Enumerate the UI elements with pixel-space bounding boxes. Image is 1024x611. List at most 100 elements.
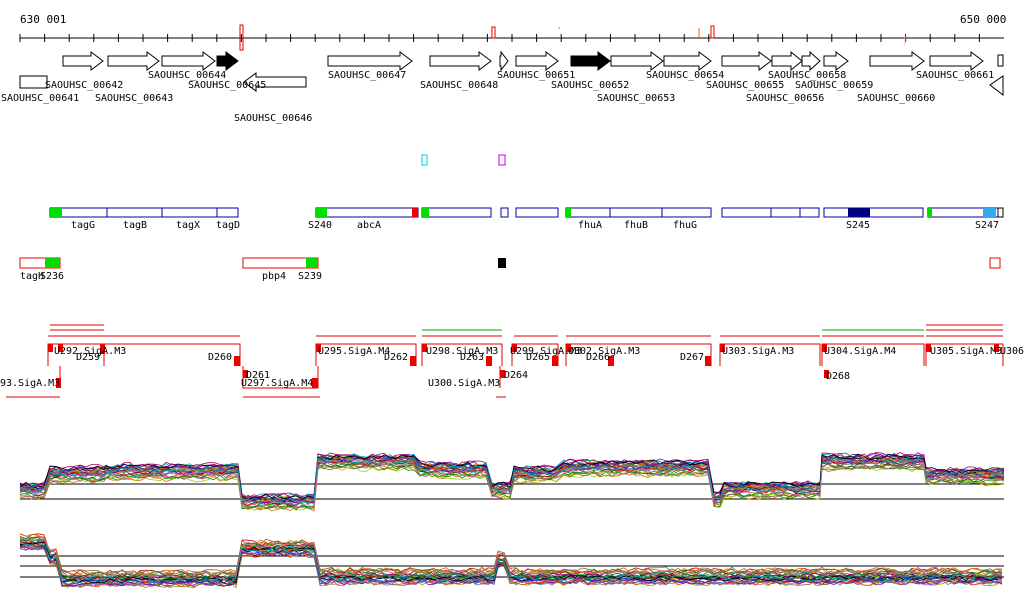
gene-label: SAOUHSC_00646 <box>234 113 312 124</box>
magenta-marker <box>498 154 506 166</box>
gene-label: SAOUHSC_00648 <box>420 80 498 91</box>
gene-label: SAOUHSC_00659 <box>795 80 873 91</box>
gene-arrow[interactable] <box>869 51 925 71</box>
gene-arrow[interactable] <box>499 50 509 72</box>
operon-track <box>49 207 1004 218</box>
operon-label: S245 <box>846 220 870 231</box>
gene-arrow[interactable] <box>929 51 984 71</box>
gene-label: SAOUHSC_00641 <box>1 93 79 104</box>
gene-arrow[interactable] <box>663 51 712 71</box>
expression-profile-line <box>19 533 1003 577</box>
gene-arrow[interactable] <box>429 51 492 71</box>
operon-label: S239 <box>298 271 322 282</box>
transcript-label: D263 <box>460 352 484 363</box>
operon-start-marker <box>45 258 60 268</box>
operon-box[interactable] <box>997 207 1004 218</box>
operon-track-lower: tagH S236 pbp4 S239 <box>19 257 1001 282</box>
gene-arrow[interactable] <box>161 51 216 71</box>
operon-box[interactable] <box>565 207 712 218</box>
transcript-label: D259 <box>76 352 100 363</box>
operon-box[interactable] <box>989 257 1001 269</box>
operon-box[interactable] <box>49 207 239 218</box>
gene-label: SAOUHSC_00653 <box>597 93 675 104</box>
operon-labels: tagG tagB tagX tagD S240 abcA fhuA fhuB … <box>71 220 999 231</box>
operon-end-marker <box>412 208 418 217</box>
gene-label: SAOUHSC_00655 <box>706 80 784 91</box>
operon-label: S247 <box>975 220 999 231</box>
transcript-label: U304.SigA.M4 <box>824 346 896 357</box>
operon-box[interactable] <box>421 207 492 218</box>
gene-box[interactable] <box>19 75 48 89</box>
operon-start-marker <box>928 208 932 217</box>
transcript-track: U292.SigA.M3 D259 D260 U295.SigA.M4 D262… <box>0 324 1024 398</box>
ruler-peak-marker <box>491 26 496 39</box>
black-marker <box>498 258 506 268</box>
transcript-label: U297.SigA.M4 <box>241 378 313 389</box>
transcript-flag <box>705 356 711 366</box>
gene-arrow[interactable] <box>771 50 803 72</box>
transcript-label: U295.SigA.M4 <box>318 346 390 357</box>
gene-arrow[interactable] <box>62 51 104 71</box>
gene-label: SAOUHSC_00656 <box>746 93 824 104</box>
operon-label: tagB <box>123 220 147 231</box>
expression-plot-upper <box>19 451 1005 512</box>
gene-arrow[interactable] <box>610 51 664 71</box>
transcript-label: U306. <box>1000 346 1024 357</box>
transcript-label: D260 <box>208 352 232 363</box>
transcript-label: 93.SigA.M3 <box>0 378 60 389</box>
gene-label: SAOUHSC_00652 <box>551 80 629 91</box>
transcript-flag <box>486 356 492 366</box>
gene-label: SAOUHSC_00661 <box>916 70 994 81</box>
expression-plot-lower <box>19 533 1004 589</box>
gene-label: SAOUHSC_00647 <box>328 70 406 81</box>
coordinate-ruler <box>19 24 1004 51</box>
operon-label: pbp4 <box>262 271 286 282</box>
cyan-marker <box>421 154 428 166</box>
operon-label: tagG <box>71 220 95 231</box>
operon-label: fhuA <box>578 220 602 231</box>
transcript-label: D268 <box>826 371 850 382</box>
transcript-flag <box>48 344 53 352</box>
transcript-flag <box>410 356 416 366</box>
operon-start-marker <box>306 258 318 268</box>
gene-box[interactable] <box>997 54 1004 67</box>
transcript-label: D267 <box>680 352 704 363</box>
gene-label: SAOUHSC_00642 <box>45 80 123 91</box>
operon-box[interactable] <box>500 207 509 218</box>
gene-arrow[interactable] <box>823 51 849 71</box>
transcript-label: D262 <box>384 352 408 363</box>
expression-profile-line <box>19 533 1003 577</box>
gene-arrow[interactable] <box>515 51 559 71</box>
operon-box[interactable] <box>823 207 924 218</box>
sigma-site-marker <box>983 208 996 217</box>
operon-start-marker <box>422 208 429 217</box>
gene-arrow[interactable] <box>107 51 160 71</box>
transcript-flag <box>552 356 558 366</box>
transcript-label: U305.SigA.M3 <box>930 346 1002 357</box>
gene-label: SAOUHSC_00645 <box>188 80 266 91</box>
operon-label: S236 <box>40 271 64 282</box>
operon-label: fhuG <box>673 220 697 231</box>
operon-box[interactable] <box>515 207 559 218</box>
gene-label: SAOUHSC_00660 <box>857 93 935 104</box>
transcript-flag <box>234 356 240 366</box>
ruler-peak-marker <box>710 25 715 39</box>
transcript-label: U303.SigA.M3 <box>722 346 794 357</box>
operon-start-marker <box>316 208 327 217</box>
operon-label: abcA <box>357 220 381 231</box>
gene-arrow[interactable] <box>327 51 413 71</box>
gene-label: SAOUHSC_00643 <box>95 93 173 104</box>
gene-arrow[interactable] <box>801 50 821 72</box>
operon-label: tagD <box>216 220 240 231</box>
operon-start-marker <box>566 208 571 217</box>
operon-label: tagX <box>176 220 200 231</box>
gene-arrow[interactable] <box>216 51 239 71</box>
operon-box[interactable] <box>315 207 419 218</box>
genome-browser-view: SAOUHSC_00642 SAOUHSC_00643 SAOUHSC_0064… <box>0 24 1024 589</box>
gene-arrow[interactable] <box>721 51 772 71</box>
gene-arrow[interactable] <box>570 51 611 71</box>
operon-start-marker <box>50 208 62 217</box>
transcript-label: D265 <box>526 352 550 363</box>
transcript-label: U300.SigA.M3 <box>428 378 500 389</box>
operon-label: fhuB <box>624 220 648 231</box>
